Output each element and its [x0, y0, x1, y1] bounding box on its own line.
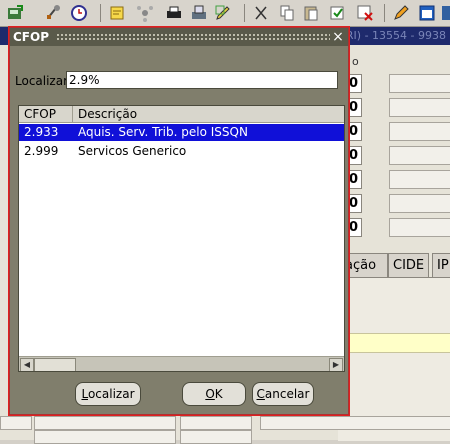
note-icon[interactable] — [108, 4, 126, 22]
tab-ip[interactable]: IP — [432, 253, 450, 277]
background-field[interactable] — [0, 416, 32, 430]
cancel-button-label: ancelar — [264, 387, 310, 401]
ok-button-mnemonic: O — [205, 387, 215, 401]
printer-icon[interactable] — [165, 4, 183, 22]
toolbar-separator — [244, 4, 245, 22]
delete-record-icon[interactable] — [356, 4, 374, 22]
background-field[interactable] — [34, 430, 176, 444]
list-row[interactable]: 2.933 Aquis. Serv. Trib. pelo ISSQN — [19, 124, 344, 141]
cut-icon[interactable] — [252, 4, 270, 22]
background-field-wide[interactable] — [389, 98, 450, 117]
background-field[interactable] — [260, 416, 450, 430]
clock-icon[interactable] — [70, 4, 88, 22]
background-window-title: RI) - 13554 - 9938 — [345, 29, 446, 42]
scroll-right-icon[interactable]: ▶ — [329, 358, 343, 371]
toolbar-separator — [100, 4, 101, 22]
find-button-label: ocalizar — [87, 387, 135, 401]
horizontal-scrollbar[interactable]: ◀ ▶ — [19, 356, 344, 371]
scroll-left-icon[interactable]: ◀ — [20, 358, 34, 371]
close-icon[interactable]: × — [331, 29, 345, 45]
ok-button[interactable]: OK — [182, 382, 246, 406]
cancel-button-mnemonic: C — [256, 387, 265, 401]
tab-cide[interactable]: CIDE — [388, 253, 430, 277]
help-icon[interactable] — [440, 4, 450, 22]
background-field[interactable] — [34, 416, 176, 430]
list-row[interactable]: 2.999 Servicos Generico — [19, 143, 344, 160]
cell-cfop: 2.999 — [24, 144, 59, 158]
edit-icon[interactable] — [214, 4, 232, 22]
copy-icon[interactable] — [278, 4, 296, 22]
search-label: Localizar — [15, 74, 69, 88]
cell-cfop: 2.933 — [24, 125, 59, 139]
save-icon[interactable] — [6, 4, 24, 22]
background-field-label: o — [352, 55, 359, 68]
cfop-list: CFOP Descrição 2.933 Aquis. Serv. Trib. … — [18, 105, 345, 372]
cancel-button[interactable]: Cancelar — [252, 382, 314, 406]
print-setup-icon[interactable] — [190, 4, 208, 22]
network-icon[interactable] — [136, 4, 154, 22]
background-field-wide[interactable] — [389, 122, 450, 141]
background-tab-strip: ação CIDE IP — [340, 253, 450, 277]
toolbar-separator — [384, 4, 385, 22]
background-field-wide[interactable] — [389, 146, 450, 165]
background-field[interactable] — [180, 416, 252, 430]
cell-description: Aquis. Serv. Trib. pelo ISSQN — [78, 125, 248, 139]
background-field-wide[interactable] — [389, 74, 450, 93]
list-header: CFOP Descrição — [19, 106, 344, 123]
background-highlight-field[interactable] — [340, 333, 450, 353]
background-field[interactable] — [180, 430, 252, 444]
column-header-cfop[interactable]: CFOP — [24, 107, 56, 121]
ok-button-label: K — [214, 387, 223, 401]
dialog-titlebar[interactable]: CFOP × — [10, 28, 348, 46]
toolbar — [0, 0, 450, 27]
tools-icon[interactable] — [44, 4, 62, 22]
edit-field-icon[interactable] — [392, 4, 410, 22]
query-window-icon[interactable] — [418, 4, 436, 22]
background-field-wide[interactable] — [389, 218, 450, 237]
titlebar-grip — [56, 33, 330, 41]
scroll-thumb[interactable] — [34, 358, 76, 371]
background-field-wide[interactable] — [389, 194, 450, 213]
search-input[interactable] — [66, 71, 338, 89]
clear-record-icon[interactable] — [328, 4, 346, 22]
column-divider[interactable] — [72, 106, 73, 122]
cell-description: Servicos Generico — [78, 144, 187, 158]
dialog-title: CFOP — [13, 30, 49, 44]
find-button[interactable]: Localizar — [75, 382, 141, 406]
column-header-descricao[interactable]: Descrição — [78, 107, 137, 121]
cfop-dialog: CFOP × Localizar CFOP Descrição 2.933 Aq… — [8, 26, 350, 416]
paste-icon[interactable] — [302, 4, 320, 22]
background-field-wide[interactable] — [389, 170, 450, 189]
